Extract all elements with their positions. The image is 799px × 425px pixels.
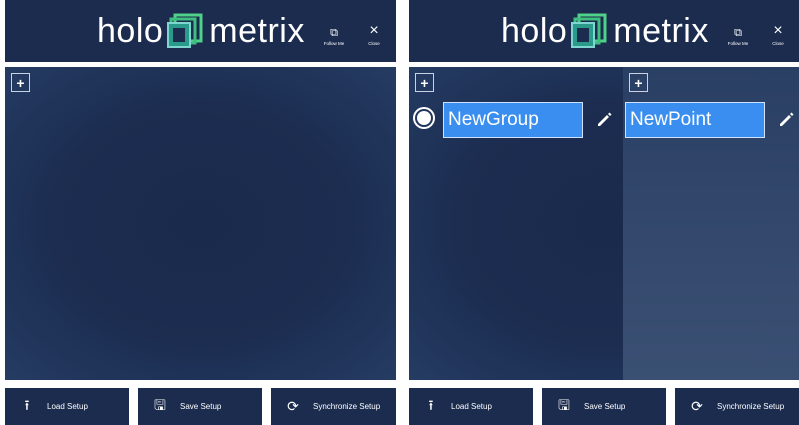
close-button[interactable]: × Close xyxy=(361,23,387,53)
synchronize-setup-label: Synchronize Setup xyxy=(717,402,785,411)
header-bar: holo metrix ⧉ Follow Me × Close xyxy=(5,0,396,62)
close-button[interactable]: × Close xyxy=(765,23,791,53)
synchronize-setup-label: Synchronize Setup xyxy=(313,402,381,411)
sync-icon: ⟳ xyxy=(691,398,703,414)
logo-text-metrix: metrix xyxy=(209,11,305,50)
follow-me-label: Follow Me xyxy=(727,41,749,46)
add-group-button[interactable]: + xyxy=(11,73,30,92)
follow-me-label: Follow Me xyxy=(323,41,345,46)
add-point-button[interactable]: + xyxy=(629,73,648,92)
save-setup-button[interactable]: 🖫 Save Setup xyxy=(138,388,262,425)
follow-me-button[interactable]: ⧉ Follow Me xyxy=(725,27,751,53)
synchronize-setup-button[interactable]: ⟳ Synchronize Setup xyxy=(675,388,799,425)
group-name-field[interactable]: NewGroup xyxy=(443,102,583,138)
load-setup-label: Load Setup xyxy=(451,402,492,411)
edit-point-pencil-icon[interactable] xyxy=(777,110,795,128)
save-icon: 🖫 xyxy=(558,396,570,413)
logo-text-metrix: metrix xyxy=(613,11,709,50)
bottom-toolbar: ⭱ Load Setup 🖫 Save Setup ⟳ Synchronize … xyxy=(409,388,799,425)
close-label: Close xyxy=(368,41,380,46)
workspace: + xyxy=(5,67,396,380)
point-name-field[interactable]: NewPoint xyxy=(625,102,765,138)
pin-window-icon: ⧉ xyxy=(734,27,742,39)
workspace: + NewGroup + NewPoint xyxy=(409,67,799,380)
save-setup-button[interactable]: 🖫 Save Setup xyxy=(542,388,666,425)
load-setup-label: Load Setup xyxy=(47,402,88,411)
logo-mark-icon xyxy=(571,13,607,48)
pin-window-icon: ⧉ xyxy=(330,27,338,39)
logo: holo metrix xyxy=(97,9,305,53)
edit-group-pencil-icon[interactable] xyxy=(595,110,613,128)
close-label: Close xyxy=(772,41,784,46)
logo-text-holo: holo xyxy=(97,11,164,50)
logo: holo metrix xyxy=(501,9,709,53)
group-select-radio[interactable] xyxy=(413,107,435,129)
upload-icon: ⭱ xyxy=(24,396,30,413)
bottom-toolbar: ⭱ Load Setup 🖫 Save Setup ⟳ Synchronize … xyxy=(5,388,396,425)
save-setup-label: Save Setup xyxy=(180,402,222,411)
header-bar: holo metrix ⧉ Follow Me × Close xyxy=(409,0,799,62)
upload-icon: ⭱ xyxy=(428,396,434,413)
logo-text-holo: holo xyxy=(501,11,568,50)
follow-me-button[interactable]: ⧉ Follow Me xyxy=(321,27,347,53)
close-icon: × xyxy=(773,22,783,39)
sync-icon: ⟳ xyxy=(287,398,299,414)
app-panel-populated: holo metrix ⧉ Follow Me × Close + NewGro… xyxy=(409,0,799,425)
load-setup-button[interactable]: ⭱ Load Setup xyxy=(5,388,129,425)
app-panel-empty: holo metrix ⧉ Follow Me × Close + ⭱ Load… xyxy=(5,0,396,425)
close-icon: × xyxy=(369,22,379,39)
synchronize-setup-button[interactable]: ⟳ Synchronize Setup xyxy=(271,388,396,425)
load-setup-button[interactable]: ⭱ Load Setup xyxy=(409,388,533,425)
save-icon: 🖫 xyxy=(154,396,166,413)
save-setup-label: Save Setup xyxy=(584,402,626,411)
logo-mark-icon xyxy=(167,13,203,48)
add-group-button[interactable]: + xyxy=(415,73,434,92)
